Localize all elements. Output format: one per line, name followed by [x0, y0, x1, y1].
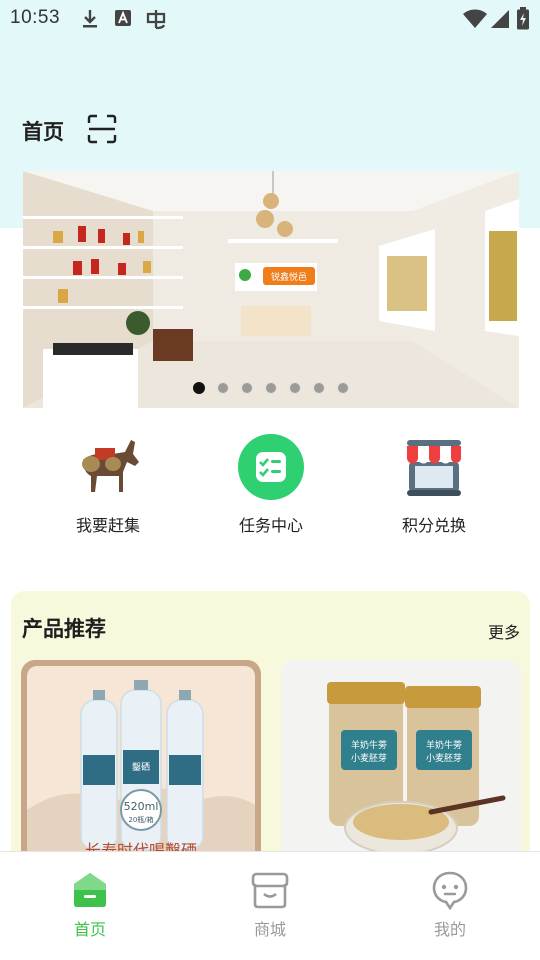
quick-entry-points-exchange[interactable]: 积分兑换	[379, 432, 489, 536]
product-recommendations: 产品推荐 更多 鑿硒 520ml 20瓶/箱 长寿时代喝鑿硒	[11, 591, 530, 891]
banner-logo-text: 锐鑫悦邑	[271, 271, 307, 283]
scan-icon	[87, 114, 117, 144]
page-title: 首页	[22, 120, 64, 144]
carousel-dot[interactable]	[337, 382, 349, 394]
volume-badge-text: 520ml	[124, 800, 159, 813]
carousel-indicator	[23, 382, 519, 394]
scan-button[interactable]	[86, 113, 118, 145]
profile-icon	[430, 870, 470, 911]
nav-label: 我的	[433, 920, 466, 939]
signal-icon	[490, 9, 510, 33]
jar-label-line1: 羊奶牛蒡	[351, 739, 387, 751]
donkey-icon	[73, 432, 143, 502]
quick-entry-label: 积分兑换	[401, 516, 466, 535]
nav-label: 商城	[253, 920, 286, 939]
quick-entry-market[interactable]: 我要赶集	[53, 432, 163, 536]
product-card[interactable]: 鑿硒 520ml 20瓶/箱 长寿时代喝鑿硒	[21, 660, 261, 880]
jar-label-line2: 小麦胚芽	[351, 752, 387, 764]
bottle-brand-text: 鑿硒	[132, 761, 150, 773]
home-icon	[70, 870, 110, 910]
bottom-nav: 首页 商城 我的	[0, 851, 540, 960]
quick-entry-task-center[interactable]: 任务中心	[216, 432, 326, 536]
product-image-water: 鑿硒 520ml 20瓶/箱 长寿时代喝鑿硒	[27, 666, 255, 880]
product-card[interactable]: 羊奶牛蒡 小麦胚芽 羊奶牛蒡 小麦胚芽	[281, 660, 521, 880]
quick-entry-label: 我要赶集	[75, 516, 140, 535]
jar-label-line2: 小麦胚芽	[426, 752, 462, 764]
nav-label: 首页	[73, 920, 106, 939]
pinyin-input-icon	[144, 8, 168, 36]
shop-icon	[250, 870, 290, 910]
wifi-icon	[462, 9, 488, 33]
quick-entry-label: 任务中心	[238, 516, 303, 535]
carousel-dot[interactable]	[265, 382, 277, 394]
product-image-wheat-germ: 羊奶牛蒡 小麦胚芽 羊奶牛蒡 小麦胚芽	[281, 660, 521, 880]
section-title: 产品推荐	[22, 617, 106, 641]
download-icon	[80, 8, 100, 34]
carousel-dot[interactable]	[241, 382, 253, 394]
banner-image: 锐鑫悦邑	[23, 171, 519, 408]
status-time: 10:53	[10, 7, 61, 28]
more-link[interactable]: 更多	[488, 619, 520, 643]
status-bar: 10:53	[0, 0, 540, 38]
carousel-dot[interactable]	[313, 382, 325, 394]
nav-profile[interactable]: 我的	[395, 870, 505, 940]
battery-charging-icon	[516, 7, 530, 35]
nav-shop[interactable]: 商城	[215, 870, 325, 940]
banner-carousel[interactable]: 锐鑫悦邑	[23, 171, 519, 408]
font-a-icon	[114, 8, 132, 32]
carousel-dot[interactable]	[217, 382, 229, 394]
carousel-dot[interactable]	[193, 382, 205, 394]
nav-home[interactable]: 首页	[35, 870, 145, 940]
carousel-dot[interactable]	[289, 382, 301, 394]
task-list-icon	[236, 432, 306, 502]
volume-badge-subtext: 20瓶/箱	[128, 815, 153, 824]
store-icon	[399, 432, 469, 502]
jar-label-line1: 羊奶牛蒡	[426, 739, 462, 751]
